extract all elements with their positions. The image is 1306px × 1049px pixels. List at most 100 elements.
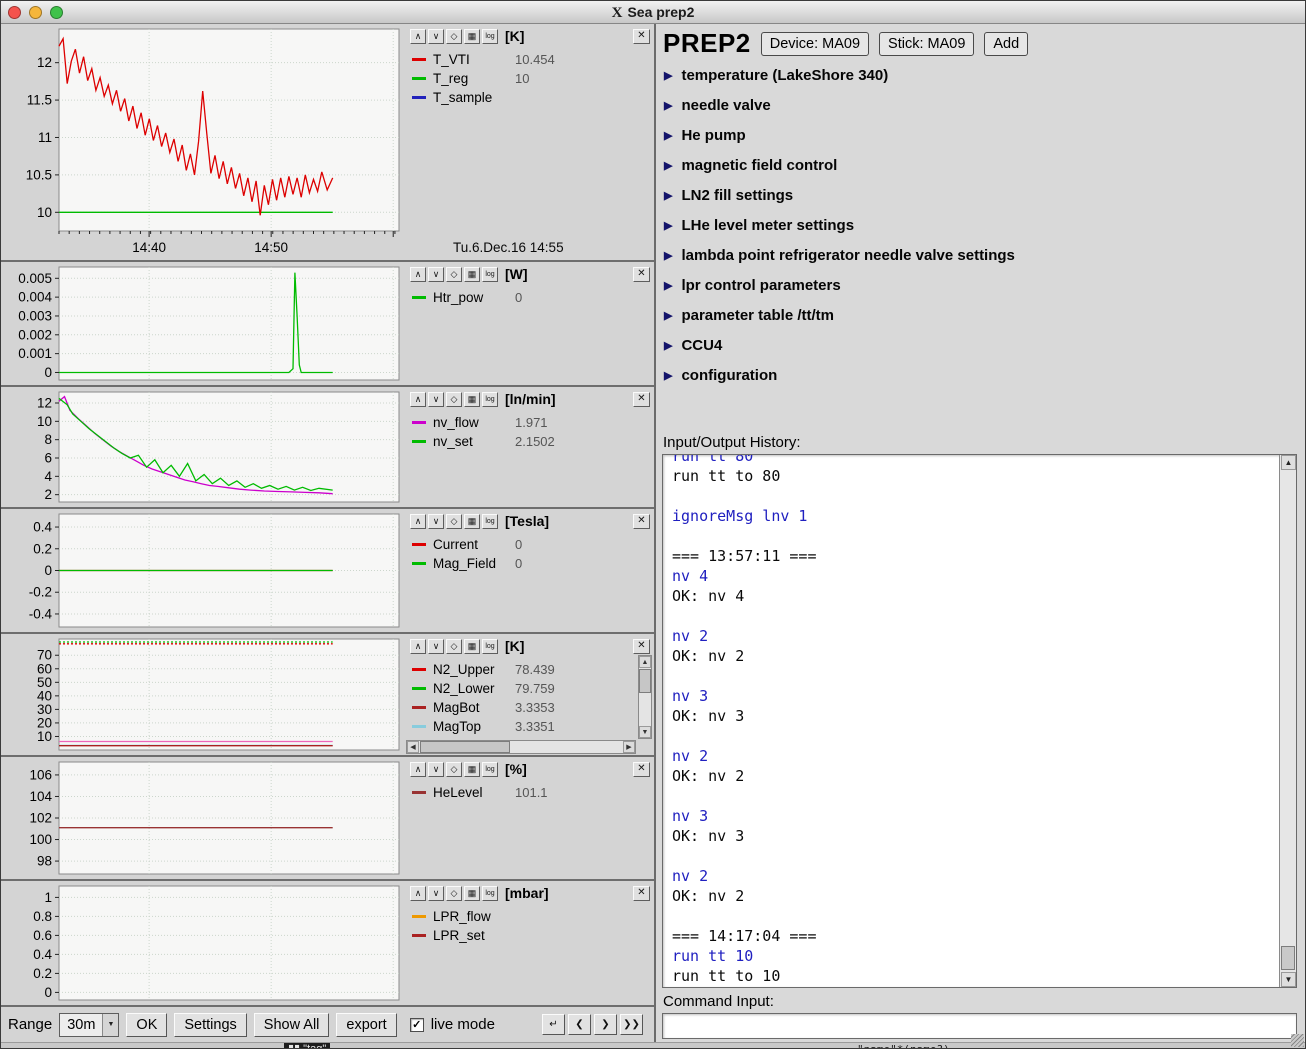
chart-plot-6[interactable]: 10.80.60.40.20 (1, 881, 403, 1007)
chart-close-button[interactable]: ✕ (633, 886, 650, 901)
scroll-up-icon[interactable]: ∧ (410, 514, 426, 529)
legend-entry[interactable]: N2_Lower79.759 (412, 679, 636, 698)
export-button[interactable]: export (336, 1013, 396, 1037)
legend-entry[interactable]: N2_Upper78.439 (412, 660, 636, 679)
scroll-right-icon[interactable]: ▶ (623, 741, 635, 753)
tree-item-1[interactable]: ▶needle valve (664, 90, 1297, 120)
scroll-left-icon[interactable]: ◀ (407, 741, 419, 753)
expand-icon[interactable]: ◇ (446, 267, 462, 282)
chart-plot-2[interactable]: 12108642 (1, 387, 403, 509)
add-button[interactable]: Add (984, 32, 1028, 56)
chart-close-button[interactable]: ✕ (633, 267, 650, 282)
device-button[interactable]: Device: MA09 (761, 32, 869, 56)
live-mode-checkbox[interactable]: ✓ (410, 1018, 424, 1032)
log-scale-icon[interactable]: log (482, 886, 498, 901)
chart-close-button[interactable]: ✕ (633, 29, 650, 44)
titlebar[interactable]: XSea prep2 (1, 1, 1305, 24)
scroll-up-icon[interactable]: ∧ (410, 886, 426, 901)
scroll-down-icon[interactable]: ∨ (428, 514, 444, 529)
expand-icon[interactable]: ◇ (446, 886, 462, 901)
legend-entry[interactable]: HeLevel101.1 (412, 783, 636, 802)
chart-plot-4[interactable]: 70605040302010 (1, 634, 403, 757)
range-dropdown[interactable]: 30m ▼ (59, 1013, 119, 1037)
scroll-down-icon[interactable]: ∨ (428, 392, 444, 407)
log-scale-icon[interactable]: log (482, 639, 498, 654)
scroll-down-icon[interactable]: ▼ (639, 726, 651, 738)
grid-icon[interactable]: ▦ (464, 29, 480, 44)
expand-icon[interactable]: ◇ (446, 392, 462, 407)
chart-plot-5[interactable]: 10610410210098 (1, 757, 403, 881)
expand-icon[interactable]: ◇ (446, 639, 462, 654)
tree-item-8[interactable]: ▶parameter table /tt/tm (664, 300, 1297, 330)
scroll-down-icon[interactable]: ∨ (428, 762, 444, 777)
scroll-up-icon[interactable]: ∧ (410, 29, 426, 44)
page-end-button[interactable]: ❯❯ (620, 1014, 643, 1035)
chart-plot-0[interactable]: 1211.51110.51014:4014:50 (1, 24, 403, 262)
console-scrollbar[interactable]: ▲ ▼ (1279, 455, 1296, 987)
ok-button[interactable]: OK (126, 1013, 167, 1037)
legend-entry[interactable]: Mag_Field0 (412, 554, 636, 573)
window-resize-grip[interactable] (1291, 1034, 1304, 1047)
legend-entry[interactable]: T_VTI10.454 (412, 50, 636, 69)
scroll-down-icon[interactable]: ∨ (428, 29, 444, 44)
chart-plot-1[interactable]: 0.0050.0040.0030.0020.0010 (1, 262, 403, 387)
scrollbar-thumb[interactable] (1281, 946, 1295, 970)
tree-item-2[interactable]: ▶He pump (664, 120, 1297, 150)
scroll-down-icon[interactable]: ∨ (428, 639, 444, 654)
legend-scrollbar-horizontal[interactable]: ◀▶ (406, 740, 636, 754)
legend-entry[interactable]: LPR_set (412, 926, 636, 945)
legend-entry[interactable]: MagTop3.3351 (412, 717, 636, 736)
tree-item-3[interactable]: ▶magnetic field control (664, 150, 1297, 180)
chart-close-button[interactable]: ✕ (633, 762, 650, 777)
tree-item-9[interactable]: ▶CCU4 (664, 330, 1297, 360)
scroll-up-icon[interactable]: ∧ (410, 392, 426, 407)
legend-entry[interactable]: nv_flow1.971 (412, 413, 636, 432)
scroll-up-icon[interactable]: ▲ (639, 656, 651, 668)
log-scale-icon[interactable]: log (482, 762, 498, 777)
command-input[interactable] (662, 1013, 1297, 1039)
tree-item-5[interactable]: ▶LHe level meter settings (664, 210, 1297, 240)
stick-button[interactable]: Stick: MA09 (879, 32, 974, 56)
grid-icon[interactable]: ▦ (464, 514, 480, 529)
scrollbar-thumb[interactable] (639, 669, 651, 693)
expand-icon[interactable]: ◇ (446, 29, 462, 44)
grid-icon[interactable]: ▦ (464, 392, 480, 407)
io-history-console[interactable]: run tt 80run tt to 80 ignoreMsg lnv 1 ==… (662, 454, 1297, 988)
io-history-text-area[interactable]: run tt 80run tt to 80 ignoreMsg lnv 1 ==… (672, 455, 1274, 987)
page-right-button[interactable]: ❯ (594, 1014, 617, 1035)
legend-entry[interactable]: Htr_pow0 (412, 288, 636, 307)
chart-close-button[interactable]: ✕ (633, 392, 650, 407)
grid-icon[interactable]: ▦ (464, 267, 480, 282)
expand-icon[interactable]: ◇ (446, 762, 462, 777)
log-scale-icon[interactable]: log (482, 392, 498, 407)
legend-entry[interactable]: Current0 (412, 535, 636, 554)
scroll-down-icon[interactable]: ∨ (428, 267, 444, 282)
tree-item-7[interactable]: ▶lpr control parameters (664, 270, 1297, 300)
grid-icon[interactable]: ▦ (464, 762, 480, 777)
expand-icon[interactable]: ◇ (446, 514, 462, 529)
legend-scrollbar-vertical[interactable]: ▲▼ (638, 655, 652, 739)
log-scale-icon[interactable]: log (482, 267, 498, 282)
scroll-down-icon[interactable]: ∨ (428, 886, 444, 901)
settings-button[interactable]: Settings (174, 1013, 246, 1037)
scroll-down-icon[interactable]: ▼ (1281, 972, 1296, 987)
tree-item-0[interactable]: ▶temperature (LakeShore 340) (664, 60, 1297, 90)
legend-entry[interactable]: nv_set2.1502 (412, 432, 636, 451)
chart-plot-3[interactable]: 0.40.20-0.2-0.4 (1, 509, 403, 634)
legend-entry[interactable]: LPR_flow (412, 907, 636, 926)
scroll-up-icon[interactable]: ∧ (410, 639, 426, 654)
scroll-up-icon[interactable]: ∧ (410, 267, 426, 282)
legend-entry[interactable]: T_sample (412, 88, 636, 107)
tree-item-10[interactable]: ▶configuration (664, 360, 1297, 390)
scroll-up-icon[interactable]: ∧ (410, 762, 426, 777)
legend-entry[interactable]: MagBot3.3353 (412, 698, 636, 717)
tree-item-4[interactable]: ▶LN2 fill settings (664, 180, 1297, 210)
chart-close-button[interactable]: ✕ (633, 639, 650, 654)
page-left-button[interactable]: ❮ (568, 1014, 591, 1035)
log-scale-icon[interactable]: log (482, 514, 498, 529)
return-arrow-button[interactable]: ↵ (542, 1014, 565, 1035)
scroll-up-icon[interactable]: ▲ (1281, 455, 1296, 470)
log-scale-icon[interactable]: log (482, 29, 498, 44)
scrollbar-thumb[interactable] (420, 741, 510, 753)
chart-close-button[interactable]: ✕ (633, 514, 650, 529)
